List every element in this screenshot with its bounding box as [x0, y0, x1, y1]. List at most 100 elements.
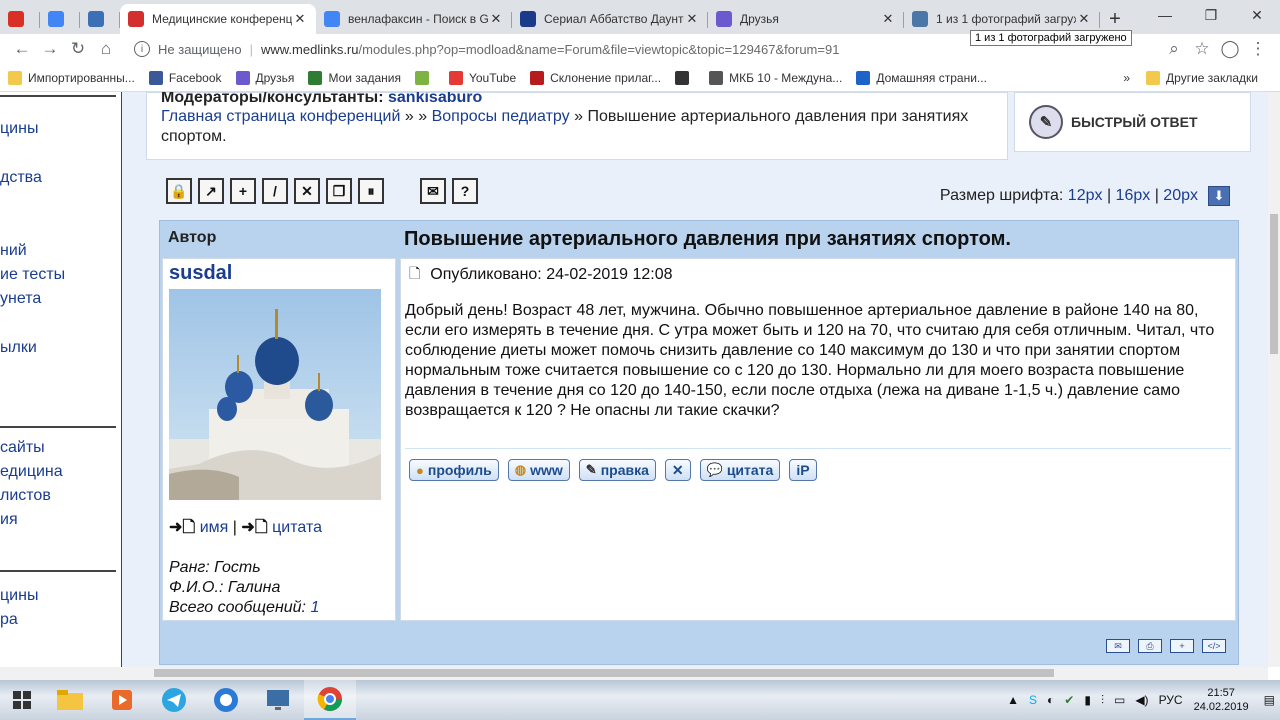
delete-icon[interactable]: ✕: [294, 178, 320, 204]
star-icon[interactable]: ☆: [1188, 35, 1216, 63]
quick-reply-button[interactable]: ✎ БЫСТРЫЙ ОТВЕТ: [1029, 105, 1198, 139]
delete-button[interactable]: ✕: [664, 459, 691, 481]
volume-icon[interactable]: ◀): [1135, 693, 1148, 707]
profile-button[interactable]: ● профиль: [409, 459, 499, 481]
mail-icon[interactable]: ✉: [420, 178, 446, 204]
browser-tab[interactable]: Медицинские конференции ✕: [120, 4, 316, 34]
lock-icon[interactable]: 🔒: [166, 178, 192, 204]
check-icon[interactable]: ✔: [1064, 693, 1074, 707]
bookmark-item[interactable]: [414, 70, 435, 85]
quote-button[interactable]: 💬 цитата: [699, 459, 781, 481]
skype-icon[interactable]: S: [1029, 693, 1037, 707]
ip-button[interactable]: iP: [789, 459, 817, 481]
left-nav-link[interactable]: ия: [0, 511, 18, 529]
telegram-icon[interactable]: [148, 680, 200, 720]
close-window-button[interactable]: ✕: [1234, 0, 1280, 30]
edit-icon[interactable]: /: [262, 178, 288, 204]
forward-icon[interactable]: →: [36, 35, 64, 63]
bookmarks-more[interactable]: »: [1123, 71, 1130, 85]
left-nav-link[interactable]: цины: [0, 587, 38, 605]
plus-icon[interactable]: +: [1170, 639, 1194, 653]
move-icon[interactable]: ↗: [198, 178, 224, 204]
browser-tab[interactable]: [0, 4, 40, 34]
vertical-scrollbar[interactable]: [1268, 92, 1280, 667]
code-icon[interactable]: </>: [1202, 639, 1226, 653]
browser-tab[interactable]: Сериал Аббатство Даунтон ✕: [512, 4, 708, 34]
chrome-icon[interactable]: [304, 680, 356, 720]
left-nav-link[interactable]: ие тесты: [0, 266, 65, 284]
profile-icon[interactable]: ◯: [1216, 35, 1244, 63]
reload-icon[interactable]: ↻: [64, 35, 92, 63]
font-size-20[interactable]: 20px: [1163, 187, 1198, 205]
close-tab-icon[interactable]: ✕: [488, 11, 504, 27]
moderator-link[interactable]: sankisaburo: [388, 92, 482, 106]
browser-tab[interactable]: Друзья ✕: [708, 4, 904, 34]
back-icon[interactable]: ←: [8, 35, 36, 63]
browser-tab[interactable]: [80, 4, 120, 34]
close-tab-icon[interactable]: ✕: [880, 11, 896, 27]
info-icon[interactable]: i: [134, 41, 150, 57]
scroll-thumb[interactable]: [1270, 214, 1278, 354]
left-nav-link[interactable]: цины: [0, 120, 38, 138]
left-nav-link[interactable]: ра: [0, 611, 18, 629]
left-nav-link[interactable]: ылки: [0, 339, 37, 357]
bookmark-item[interactable]: Домашняя страни...: [856, 70, 987, 85]
left-nav-link[interactable]: дства: [0, 169, 42, 187]
show-hidden-icon[interactable]: ▲: [1007, 693, 1019, 707]
breadcrumb-home[interactable]: Главная страница конференций: [161, 108, 400, 125]
browser-app-icon[interactable]: [200, 680, 252, 720]
explorer-icon[interactable]: [44, 680, 96, 720]
mail-icon[interactable]: ✉: [1106, 639, 1130, 653]
browser-tab[interactable]: венлафаксин - Поиск в Google✕: [316, 4, 512, 34]
bookmark-item[interactable]: YouTube: [448, 70, 516, 85]
close-tab-icon[interactable]: ✕: [292, 11, 308, 27]
close-tab-icon[interactable]: ✕: [1076, 11, 1092, 27]
maximize-button[interactable]: ❐: [1188, 0, 1234, 30]
bookmark-item[interactable]: МКБ 10 - Междуна...: [709, 70, 842, 85]
bookmark-item[interactable]: Мои задания: [308, 70, 401, 85]
left-nav-link[interactable]: ний: [0, 242, 27, 260]
www-button[interactable]: ◍ www: [507, 459, 570, 481]
bookmark-item[interactable]: [675, 70, 695, 85]
bookmark-item[interactable]: Склонение прилаг...: [530, 70, 661, 85]
horizontal-scrollbar[interactable]: [0, 667, 1268, 680]
font-size-16[interactable]: 16px: [1116, 187, 1151, 205]
scroll-thumb[interactable]: [154, 669, 1054, 677]
left-nav-link[interactable]: унета: [0, 290, 41, 308]
notifications-icon[interactable]: ▤: [1264, 693, 1275, 707]
breadcrumb-section[interactable]: Вопросы педиатру: [432, 108, 570, 125]
zoom-icon[interactable]: ⌕: [1160, 35, 1188, 63]
other-bookmarks[interactable]: Другие закладки: [1146, 70, 1258, 85]
monitor-app-icon[interactable]: [252, 680, 304, 720]
edit-button[interactable]: ✎ правка: [578, 459, 656, 481]
bookmark-item[interactable]: Друзья: [235, 70, 294, 85]
help-icon[interactable]: ?: [452, 178, 478, 204]
battery-icon[interactable]: ▭: [1114, 693, 1125, 707]
language-indicator[interactable]: РУС: [1159, 693, 1183, 707]
browser-tab[interactable]: [40, 4, 80, 34]
close-tab-icon[interactable]: ✕: [684, 11, 700, 27]
left-nav-link[interactable]: едицина: [0, 463, 63, 481]
app-tray-icon[interactable]: ◐: [1047, 693, 1054, 707]
start-button[interactable]: [0, 680, 44, 720]
left-nav-link[interactable]: листов: [0, 487, 51, 505]
bookmark-item[interactable]: Импортированны...: [8, 70, 135, 85]
font-size-12[interactable]: 12px: [1068, 187, 1103, 205]
pause-icon[interactable]: ⏸: [358, 178, 384, 204]
author-name-link[interactable]: имя: [200, 519, 229, 536]
network-icon[interactable]: ⫶: [1101, 693, 1104, 708]
bookmark-item[interactable]: Facebook: [148, 70, 222, 85]
author-quote-link[interactable]: цитата: [272, 519, 322, 536]
home-icon[interactable]: ⌂: [92, 35, 120, 63]
scroll-down-icon[interactable]: ⬇: [1208, 186, 1230, 206]
signal-icon[interactable]: ▮: [1084, 693, 1091, 707]
plus-icon[interactable]: +: [230, 178, 256, 204]
left-nav-link[interactable]: сайты: [0, 439, 45, 457]
author-total-count[interactable]: 1: [310, 599, 319, 616]
print-icon[interactable]: ⎙: [1138, 639, 1162, 653]
clock[interactable]: 21:57 24.02.2019: [1194, 686, 1249, 714]
author-name[interactable]: susdal: [169, 262, 232, 285]
copy-icon[interactable]: ❐: [326, 178, 352, 204]
menu-icon[interactable]: ⋮: [1244, 35, 1272, 63]
media-player-icon[interactable]: [96, 680, 148, 720]
